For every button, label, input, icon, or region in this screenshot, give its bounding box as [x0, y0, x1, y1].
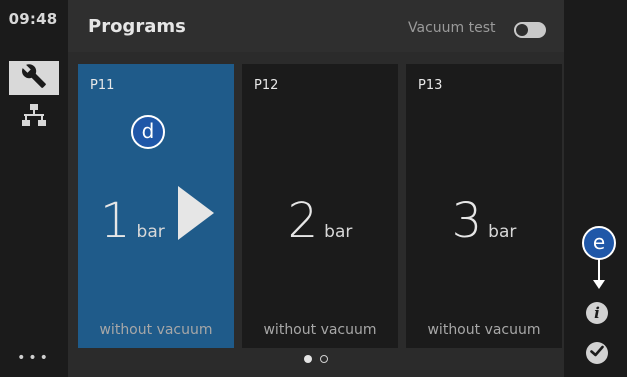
- sidebar-item-tools[interactable]: [9, 61, 59, 95]
- pressure-unit: bar: [136, 222, 165, 242]
- callout-arrow-head: [593, 280, 605, 289]
- program-pressure: 3 bar: [406, 197, 562, 245]
- pressure-value: 1: [100, 193, 131, 249]
- info-icon: i: [594, 304, 600, 322]
- program-mode: without vacuum: [263, 322, 377, 338]
- program-id: P11: [90, 78, 115, 93]
- pressure-unit: bar: [324, 222, 353, 242]
- toggle-knob: [516, 24, 528, 36]
- sidebar-item-network[interactable]: [9, 100, 59, 134]
- page-title: Programs: [88, 16, 186, 37]
- program-card-p13[interactable]: P13 3 bar without vacuum: [406, 64, 562, 348]
- callout-d: d: [131, 115, 165, 149]
- programs-screen: 09:48 ••• Programs Vacuum test P11 1 bar…: [0, 0, 627, 377]
- more-menu-button[interactable]: •••: [9, 351, 59, 365]
- pressure-value: 2: [287, 193, 319, 249]
- confirm-button[interactable]: [586, 342, 608, 364]
- program-mode: without vacuum: [427, 322, 541, 338]
- page-dot-inactive[interactable]: [320, 355, 328, 363]
- sidebar: 09:48 •••: [0, 0, 68, 377]
- vacuum-test-label: Vacuum test: [408, 20, 496, 36]
- play-icon[interactable]: [178, 186, 214, 240]
- pressure-value: 3: [451, 193, 483, 249]
- page-indicator: [304, 355, 328, 363]
- wrench-icon: [21, 63, 47, 93]
- program-card-p12[interactable]: P12 2 bar without vacuum: [242, 64, 398, 348]
- clock: 09:48: [8, 10, 58, 28]
- callout-e: e: [582, 226, 616, 260]
- program-pressure: 2 bar: [242, 197, 398, 245]
- page-dot-active[interactable]: [304, 355, 312, 363]
- program-card-p11[interactable]: P11 1 bar without vacuum: [78, 64, 234, 348]
- program-id: P13: [418, 78, 443, 93]
- network-icon: [21, 102, 47, 132]
- program-mode: without vacuum: [99, 322, 213, 338]
- header: Programs Vacuum test: [68, 0, 564, 52]
- right-rail: i: [564, 0, 627, 377]
- vacuum-test-toggle[interactable]: [514, 22, 546, 38]
- program-id: P12: [254, 78, 279, 93]
- pressure-unit: bar: [488, 222, 517, 242]
- info-button[interactable]: i: [586, 302, 608, 324]
- check-icon: [589, 343, 605, 363]
- program-list: P11 1 bar without vacuum P12 2 bar witho…: [68, 52, 564, 377]
